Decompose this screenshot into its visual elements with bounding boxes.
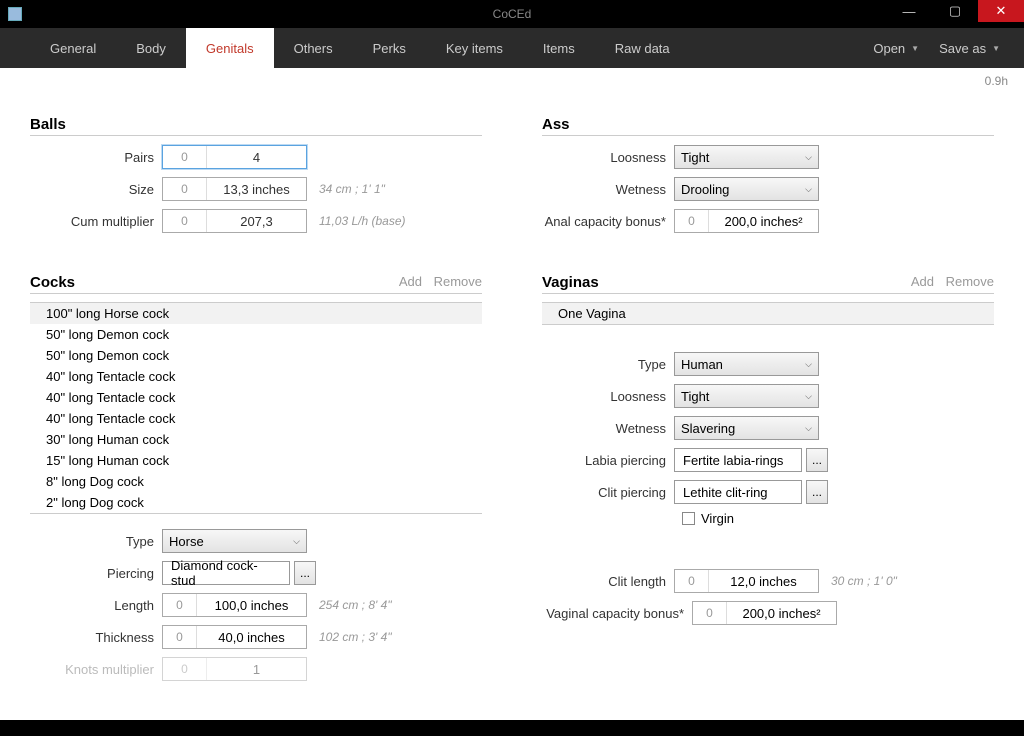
cock-length-label: Length [30,598,162,613]
tab-raw-data[interactable]: Raw data [595,28,690,68]
cock-type-select[interactable]: Horse⌵ [162,529,307,553]
vaginas-remove-button[interactable]: Remove [946,274,994,289]
size-label: Size [30,182,162,197]
cum-input[interactable]: 0 207,3 [162,209,307,233]
vaginas-list[interactable]: One Vagina [542,302,994,325]
cock-piercing-input[interactable]: Diamond cock-stud [162,561,290,585]
tab-items[interactable]: Items [523,28,595,68]
tab-general[interactable]: General [30,28,116,68]
list-item[interactable]: 15" long Human cock [30,450,482,471]
clit-length-input[interactable]: 0 12,0 inches [674,569,819,593]
pairs-label: Pairs [30,150,162,165]
window-title: CoCEd [493,7,532,21]
labia-piercing-browse-button[interactable]: ... [806,448,828,472]
cocks-heading: Cocks Add Remove [30,274,482,294]
clit-length-label: Clit length [542,574,674,589]
vaginal-capacity-input[interactable]: 0 200,0 inches² [692,601,837,625]
chevron-down-icon: ▼ [911,44,919,53]
clit-piercing-input[interactable]: Lethite clit-ring [674,480,802,504]
vagina-wetness-select[interactable]: Slavering⌵ [674,416,819,440]
titlebar: CoCEd — ▢ ✕ [0,0,1024,28]
minimize-button[interactable]: — [886,0,932,22]
clit-piercing-label: Clit piercing [542,485,674,500]
maximize-button[interactable]: ▢ [932,0,978,22]
app-icon [8,7,22,21]
version-label: 0.9h [985,74,1008,88]
tab-body[interactable]: Body [116,28,186,68]
tab-key-items[interactable]: Key items [426,28,523,68]
vaginas-heading: Vaginas Add Remove [542,274,994,294]
list-item[interactable]: 2" long Dog cock [30,492,482,513]
vagina-type-select[interactable]: Human⌵ [674,352,819,376]
menubar: GeneralBodyGenitalsOthersPerksKey itemsI… [0,28,1024,68]
anal-capacity-label: Anal capacity bonus* [542,214,674,229]
cock-thickness-input[interactable]: 0 40,0 inches [162,625,307,649]
ass-wetness-label: Wetness [542,182,674,197]
labia-piercing-input[interactable]: Fertite labia-rings [674,448,802,472]
pairs-input[interactable]: 0 4 [162,145,307,169]
size-hint: 34 cm ; 1' 1" [319,182,385,196]
vagina-looseness-select[interactable]: Tight⌵ [674,384,819,408]
cock-piercing-browse-button[interactable]: ... [294,561,316,585]
saveas-menu[interactable]: Save as▼ [929,28,1010,68]
close-button[interactable]: ✕ [978,0,1024,22]
tab-others[interactable]: Others [274,28,353,68]
list-item[interactable]: 40" long Tentacle cock [30,387,482,408]
cock-thickness-label: Thickness [30,630,162,645]
cocks-remove-button[interactable]: Remove [434,274,482,289]
cum-label: Cum multiplier [30,214,162,229]
knots-label: Knots multiplier [30,662,162,677]
chevron-down-icon: ⌵ [293,536,300,547]
ass-looseness-label: Loosness [542,150,674,165]
tab-perks[interactable]: Perks [353,28,426,68]
cock-piercing-label: Piercing [30,566,162,581]
chevron-down-icon: ⌵ [805,391,812,402]
tab-genitals[interactable]: Genitals [186,28,274,68]
cum-hint: 11,03 L/h (base) [319,214,406,228]
anal-capacity-input[interactable]: 0 200,0 inches² [674,209,819,233]
virgin-label: Virgin [701,511,734,526]
virgin-checkbox[interactable] [682,512,695,525]
ass-heading: Ass [542,116,994,136]
vagina-looseness-label: Loosness [542,389,674,404]
chevron-down-icon: ⌵ [805,359,812,370]
ass-looseness-select[interactable]: Tight⌵ [674,145,819,169]
chevron-down-icon: ⌵ [805,184,812,195]
cock-length-input[interactable]: 0 100,0 inches [162,593,307,617]
cock-type-label: Type [30,534,162,549]
size-input[interactable]: 0 13,3 inches [162,177,307,201]
vagina-wetness-label: Wetness [542,421,674,436]
labia-piercing-label: Labia piercing [542,453,674,468]
list-item[interactable]: 50" long Demon cock [30,324,482,345]
list-item[interactable]: 40" long Tentacle cock [30,408,482,429]
chevron-down-icon: ▼ [992,44,1000,53]
list-item[interactable]: One Vagina [542,303,994,324]
clit-piercing-browse-button[interactable]: ... [806,480,828,504]
open-menu[interactable]: Open▼ [863,28,929,68]
vaginas-add-button[interactable]: Add [911,274,934,289]
balls-heading: Balls [30,116,482,136]
vaginal-capacity-label: Vaginal capacity bonus* [542,606,692,621]
list-item[interactable]: 40" long Tentacle cock [30,366,482,387]
cocks-add-button[interactable]: Add [399,274,422,289]
list-item[interactable]: 50" long Demon cock [30,345,482,366]
list-item[interactable]: 30" long Human cock [30,429,482,450]
knots-input: 0 1 [162,657,307,681]
chevron-down-icon: ⌵ [805,152,812,163]
list-item[interactable]: 8" long Dog cock [30,471,482,492]
list-item[interactable]: 100" long Horse cock [30,303,482,324]
ass-wetness-select[interactable]: Drooling⌵ [674,177,819,201]
vagina-type-label: Type [542,357,674,372]
cocks-list[interactable]: 100" long Horse cock50" long Demon cock5… [30,302,482,514]
chevron-down-icon: ⌵ [805,423,812,434]
